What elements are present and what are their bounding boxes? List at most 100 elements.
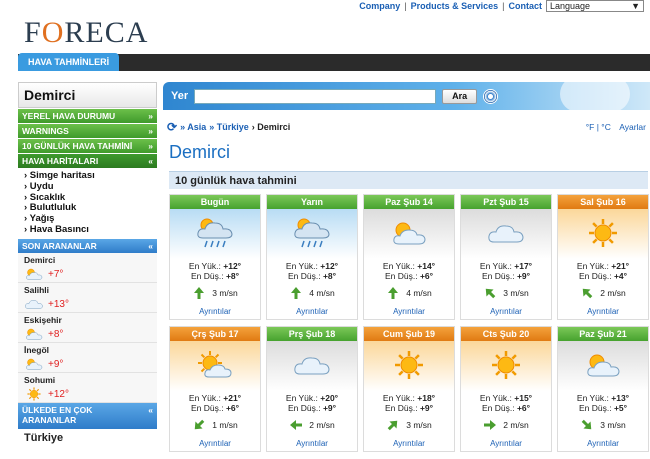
wind: 2 m/sn (461, 418, 551, 432)
recent-searches-header[interactable]: SON ARANANLAR « (18, 238, 157, 253)
products-link[interactable]: Products & Services (411, 1, 499, 11)
forecast-day: Prş Şub 18 (267, 327, 357, 341)
sky-panel (364, 209, 454, 259)
recent-city[interactable]: İnegöl +9° (18, 342, 157, 373)
wind: 3 m/sn (558, 418, 648, 432)
recent-list: Demirci +7° Salihli +13° Eskişehir +8° İneg… (18, 252, 157, 403)
forecast-card[interactable]: Çrş Şub 17 En Yük.: +21° En Düş.: +6° 1 … (169, 326, 261, 452)
temp-low: +8° (225, 271, 240, 281)
search-button[interactable]: Ara (442, 88, 478, 104)
sky-panel (267, 209, 357, 259)
wind-arrow-icon (484, 420, 497, 430)
temperatures: En Yük.: +14° En Düş.: +6° (382, 261, 436, 281)
temp-high: +20° (320, 393, 339, 403)
tab-hava-tahminleri[interactable]: HAVA TAHMİNLERİ (18, 53, 120, 71)
forecast-card[interactable]: Paz Şub 21 En Yük.: +13° En Düş.: +5° 3 … (557, 326, 649, 452)
rain-cloud-icon (195, 216, 235, 253)
temperatures: En Yük.: +12° En Düş.: +8° (285, 261, 339, 281)
wind-speed: 3 m/sn (503, 288, 529, 298)
details-link[interactable]: Ayrıntılar (364, 439, 454, 448)
sidebar-item-warnings[interactable]: WARNINGS» (18, 124, 157, 138)
temp-low: +9° (419, 403, 434, 413)
recent-city-name: Eskişehir (24, 314, 62, 325)
recent-city[interactable]: Eskişehir +8° (18, 312, 157, 343)
top-searches-header[interactable]: ÜLKEDE EN ÇOK ARANANLAR « (18, 402, 157, 429)
sidebar-item-yerel[interactable]: YEREL HAVA DURUMU» (18, 109, 157, 123)
locate-icon[interactable] (483, 88, 499, 104)
details-link[interactable]: Ayrıntılar (558, 307, 648, 316)
company-link[interactable]: Company (359, 1, 400, 11)
details-link[interactable]: Ayrıntılar (364, 307, 454, 316)
wind-speed: 2 m/sn (600, 288, 626, 298)
forecast-day: Yarın (267, 195, 357, 209)
details-link[interactable]: Ayrıntılar (461, 307, 551, 316)
sky-panel (364, 341, 454, 391)
wind-arrow-icon (582, 288, 593, 299)
foreca-logo[interactable]: FORECA (24, 16, 148, 50)
temp-high: +21° (223, 393, 242, 403)
sidebar-item-haritalar[interactable]: HAVA HARİTALARI « (18, 154, 157, 168)
language-select-value: Language (550, 1, 591, 11)
sun-icon (392, 348, 426, 385)
recent-city-name: Sohumi (24, 374, 56, 385)
language-select[interactable]: Language ▼ (546, 0, 644, 12)
forecast-card[interactable]: Pzt Şub 15 En Yük.: +17° En Düş.: +9° 3 … (460, 194, 552, 320)
wind-speed: 4 m/sn (406, 288, 432, 298)
wind: 3 m/sn (170, 286, 260, 300)
chevron-down-icon: ▼ (631, 1, 640, 11)
cloud-icon (24, 296, 44, 314)
forecast-card[interactable]: Prş Şub 18 En Yük.: +20° En Düş.: +9° 2 … (266, 326, 358, 452)
refresh-icon[interactable]: ⟳ (167, 120, 177, 134)
sky-panel (461, 341, 551, 391)
settings-link[interactable]: Ayarlar (619, 122, 646, 132)
forecast-card[interactable]: Cts Şub 20 En Yük.: +15° En Düş.: +6° 2 … (460, 326, 552, 452)
temp-low: +9° (516, 271, 531, 281)
country-label[interactable]: Türkiye (18, 429, 157, 447)
units-toggle[interactable]: °F | °C (586, 122, 611, 132)
sidebar-item-10-gunluk[interactable]: 10 GÜNLÜK HAVA TAHMİNİ» (18, 139, 157, 153)
top-navigation: Company | Products & Services | Contact … (359, 0, 644, 12)
cloud-icon (292, 352, 332, 381)
details-link[interactable]: Ayrıntılar (267, 307, 357, 316)
wind-arrow-icon (290, 420, 303, 430)
breadcrumb-turkiye[interactable]: » Türkiye (209, 122, 249, 132)
recent-city-temp: +8° (48, 329, 64, 341)
partly-cloudy-icon (583, 350, 623, 383)
forecast-card[interactable]: Paz Şub 14 En Yük.: +14° En Düş.: +6° 4 … (363, 194, 455, 320)
details-link[interactable]: Ayrıntılar (267, 439, 357, 448)
recent-city[interactable]: Demirci +7° (18, 252, 157, 284)
forecast-card[interactable]: Bugün En Yük.: +12° En Düş.: +8° 3 m/sn … (169, 194, 261, 320)
details-link[interactable]: Ayrıntılar (461, 439, 551, 448)
temp-high: +12° (320, 261, 339, 271)
recent-city[interactable]: Sohumi +12° (18, 372, 157, 403)
forecast-day: Cum Şub 19 (364, 327, 454, 341)
temp-low: +6° (225, 403, 240, 413)
sun-icon (489, 348, 523, 385)
search-input[interactable] (194, 88, 437, 104)
partly-cloudy-icon (24, 266, 44, 284)
temp-low: +5° (613, 403, 628, 413)
separator: | (502, 1, 505, 11)
recent-city[interactable]: Salihli +13° (18, 282, 157, 314)
search-label: Yer (171, 90, 189, 102)
breadcrumb-asia[interactable]: » Asia (180, 122, 206, 132)
wind-speed: 3 m/sn (600, 420, 626, 430)
forecast-card[interactable]: Yarın En Yük.: +12° En Düş.: +8° 4 m/sn … (266, 194, 358, 320)
temp-low: +8° (322, 271, 337, 281)
sky-panel (558, 341, 648, 391)
map-link-uydu[interactable]: › Uydu (24, 181, 151, 193)
recent-city-name: İnegöl (24, 344, 50, 355)
map-link-basinc[interactable]: › Hava Basıncı (24, 224, 151, 236)
temperatures: En Yük.: +17° En Düş.: +9° (479, 261, 533, 281)
details-link[interactable]: Ayrıntılar (170, 439, 260, 448)
forecast-card[interactable]: Sal Şub 16 En Yük.: +21° En Düş.: +4° 2 … (557, 194, 649, 320)
sidebar: Demirci YEREL HAVA DURUMU» WARNINGS» 10 … (18, 82, 157, 459)
details-link[interactable]: Ayrıntılar (170, 307, 260, 316)
contact-link[interactable]: Contact (509, 1, 543, 11)
details-link[interactable]: Ayrıntılar (558, 439, 648, 448)
separator: | (404, 1, 407, 11)
wind-arrow-icon (485, 288, 496, 299)
forecast-card[interactable]: Cum Şub 19 En Yük.: +18° En Düş.: +9° 3 … (363, 326, 455, 452)
wind-arrow-icon (291, 287, 302, 299)
wind-arrow-icon (194, 287, 205, 299)
